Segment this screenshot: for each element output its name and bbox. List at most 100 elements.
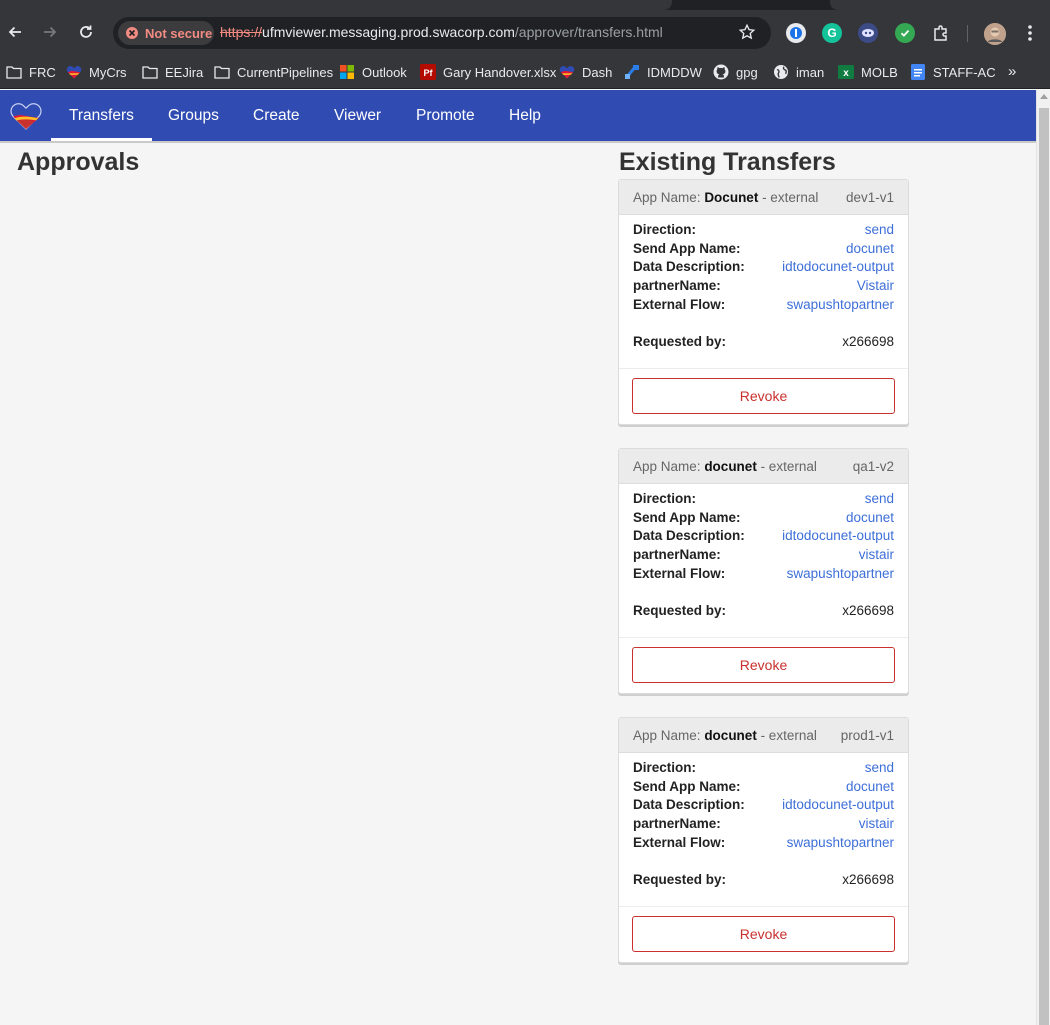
heart-logo-icon bbox=[66, 64, 82, 80]
external-flow-value[interactable]: swapushtopartner bbox=[787, 297, 894, 316]
direction-label: Direction: bbox=[633, 491, 697, 506]
reload-icon[interactable] bbox=[73, 19, 99, 45]
data-description-value[interactable]: idtodocunet-output bbox=[782, 797, 894, 816]
app-name-line: App Name: docunet - external bbox=[633, 727, 817, 743]
url-text[interactable]: https://ufmviewer.messaging.prod.swacorp… bbox=[220, 24, 663, 40]
app-name: Docunet bbox=[704, 189, 759, 205]
app-type: - external bbox=[756, 727, 817, 743]
external-flow-value[interactable]: swapushtopartner bbox=[787, 835, 894, 854]
data-description-value[interactable]: idtodocunet-output bbox=[782, 528, 894, 547]
folder-icon bbox=[6, 64, 22, 80]
send-app-name-value[interactable]: docunet bbox=[846, 779, 894, 798]
extension-ghost-icon[interactable] bbox=[858, 23, 878, 43]
bookmark-star-icon[interactable] bbox=[738, 23, 758, 43]
bookmark-eejira[interactable]: EEJira bbox=[142, 62, 203, 82]
back-icon[interactable] bbox=[2, 19, 28, 45]
bookmarks-bar: FRC MyCrs EEJira CurrentPipelines Outloo… bbox=[0, 55, 1050, 89]
data-description-label: Data Description: bbox=[633, 259, 745, 275]
app-type: - external bbox=[756, 458, 817, 474]
folder-icon bbox=[214, 64, 230, 80]
bookmark-dash[interactable]: Dash bbox=[559, 62, 612, 82]
check-extension-icon[interactable] bbox=[895, 23, 915, 43]
app-navbar: Transfers Groups Create Viewer Promote H… bbox=[0, 90, 1036, 141]
grammarly-icon[interactable]: G bbox=[822, 23, 842, 43]
active-tab[interactable] bbox=[0, 0, 672, 10]
bookmark-outlook[interactable]: Outlook bbox=[339, 62, 407, 82]
diagram-icon bbox=[624, 64, 640, 80]
not-secure-icon bbox=[126, 27, 138, 39]
partner-name-label: partnerName: bbox=[633, 278, 721, 294]
not-secure-label: Not secure bbox=[145, 25, 213, 41]
tab-strip bbox=[0, 0, 1050, 10]
toolbar-divider bbox=[967, 25, 968, 42]
heart-logo-icon bbox=[559, 64, 575, 80]
bookmark-currentpipelines[interactable]: CurrentPipelines bbox=[214, 62, 333, 82]
extensions-puzzle-icon[interactable] bbox=[931, 23, 951, 43]
transfer-card: App Name: docunet - external prod1-v1 Di… bbox=[618, 717, 909, 963]
direction-label: Direction: bbox=[633, 222, 697, 237]
send-app-name-label: Send App Name: bbox=[633, 778, 741, 794]
send-app-name-value[interactable]: docunet bbox=[846, 241, 894, 260]
southwest-heart-logo[interactable] bbox=[10, 100, 42, 132]
revoke-button[interactable]: Revoke bbox=[632, 378, 895, 414]
forward-icon[interactable] bbox=[37, 19, 63, 45]
github-icon bbox=[713, 64, 729, 80]
partner-name-label: partnerName: bbox=[633, 547, 721, 563]
scroll-up-icon[interactable] bbox=[1040, 94, 1048, 99]
bookmark-gary-handover[interactable]: Pf Gary Handover.xlsx bbox=[420, 62, 556, 82]
app-name-line: App Name: Docunet - external bbox=[633, 189, 819, 205]
revoke-button[interactable]: Revoke bbox=[632, 916, 895, 952]
address-bar[interactable]: Not secure https://ufmviewer.messaging.p… bbox=[113, 17, 771, 49]
profile-avatar[interactable] bbox=[984, 23, 1006, 45]
globe-icon bbox=[773, 64, 789, 80]
browser-menu-icon[interactable] bbox=[1024, 24, 1036, 47]
nav-viewer[interactable]: Viewer bbox=[334, 90, 381, 141]
bookmark-staff-ac[interactable]: STAFF-AC bbox=[910, 62, 996, 82]
bookmark-iman[interactable]: iman bbox=[773, 62, 824, 82]
nav-promote[interactable]: Promote bbox=[416, 90, 475, 141]
bookmark-gpg[interactable]: gpg bbox=[713, 62, 758, 82]
partner-name-value[interactable]: Vistair bbox=[857, 278, 894, 297]
page-scrollbar[interactable] bbox=[1036, 90, 1050, 1025]
revoke-button[interactable]: Revoke bbox=[632, 647, 895, 683]
password-manager-icon[interactable] bbox=[786, 23, 806, 43]
bookmark-frc[interactable]: FRC bbox=[6, 62, 56, 82]
scrollbar-thumb[interactable] bbox=[1039, 108, 1049, 1025]
environment-label: qa1-v2 bbox=[852, 458, 894, 474]
browser-toolbar: Not secure https://ufmviewer.messaging.p… bbox=[0, 10, 1050, 55]
svg-text:Pf: Pf bbox=[424, 68, 434, 78]
partner-name-value[interactable]: vistair bbox=[859, 547, 894, 566]
existing-transfers-heading: Existing Transfers bbox=[619, 148, 836, 176]
external-flow-value[interactable]: swapushtopartner bbox=[787, 566, 894, 585]
bookmark-mycrs[interactable]: MyCrs bbox=[66, 62, 127, 82]
requested-by-value: x266698 bbox=[842, 603, 894, 619]
nav-create[interactable]: Create bbox=[253, 90, 300, 141]
transfer-card: App Name: docunet - external qa1-v2 Dire… bbox=[618, 448, 909, 694]
direction-value[interactable]: send bbox=[865, 222, 894, 241]
windows-logo-icon bbox=[339, 64, 355, 80]
send-app-name-value[interactable]: docunet bbox=[846, 510, 894, 529]
pdf-icon: Pf bbox=[420, 64, 436, 80]
more-bookmarks-icon[interactable]: » bbox=[1008, 63, 1016, 80]
data-description-value[interactable]: idtodocunet-output bbox=[782, 259, 894, 278]
card-header: App Name: docunet - external qa1-v2 bbox=[619, 449, 908, 484]
requested-by-value: x266698 bbox=[842, 334, 894, 350]
requested-by-label: Requested by: bbox=[633, 603, 727, 619]
send-app-name-label: Send App Name: bbox=[633, 509, 741, 525]
requested-by-value: x266698 bbox=[842, 872, 894, 888]
requested-by-label: Requested by: bbox=[633, 872, 727, 888]
external-flow-label: External Flow: bbox=[633, 296, 726, 312]
nav-transfers[interactable]: Transfers bbox=[51, 90, 152, 141]
docs-icon bbox=[910, 64, 926, 80]
app-name-line: App Name: docunet - external bbox=[633, 458, 817, 474]
nav-groups[interactable]: Groups bbox=[168, 90, 219, 141]
approvals-heading: Approvals bbox=[17, 148, 140, 176]
partner-name-value[interactable]: vistair bbox=[859, 816, 894, 835]
direction-value[interactable]: send bbox=[865, 491, 894, 510]
direction-value[interactable]: send bbox=[865, 760, 894, 779]
inactive-tab[interactable] bbox=[830, 0, 1050, 10]
nav-help[interactable]: Help bbox=[509, 90, 541, 141]
bookmark-idmddw[interactable]: IDMDDW bbox=[624, 62, 702, 82]
bookmark-molb[interactable]: x MOLB bbox=[838, 62, 898, 82]
data-description-label: Data Description: bbox=[633, 528, 745, 544]
